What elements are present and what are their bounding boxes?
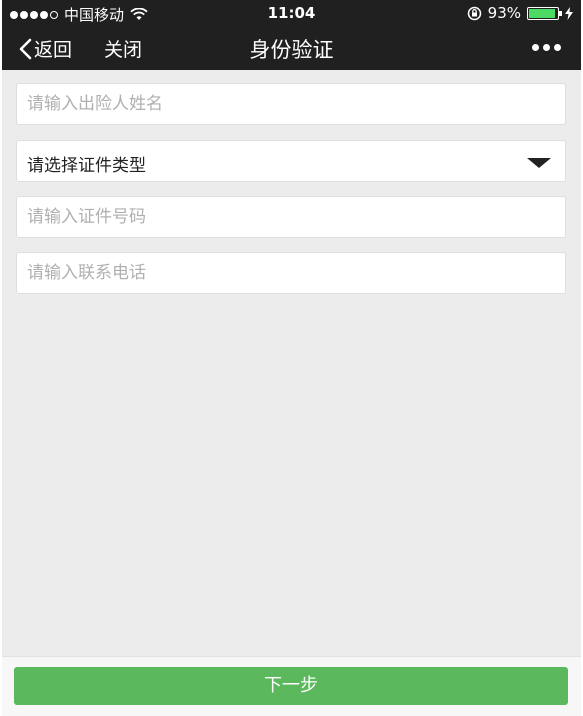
id-number-field[interactable] bbox=[16, 196, 566, 238]
more-dots-icon[interactable] bbox=[532, 44, 561, 51]
app-frame: 中国移动 11:04 93% 返回 关闭 身份验证 请输入出险人姓名 请选择证件… bbox=[2, 0, 581, 716]
battery-percent: 93% bbox=[487, 4, 521, 22]
status-bar: 中国移动 11:04 93% bbox=[2, 0, 581, 26]
page-title: 身份验证 bbox=[249, 38, 334, 62]
phone-input[interactable] bbox=[17, 253, 565, 293]
id-type-select[interactable]: 请选择证件类型 bbox=[16, 140, 566, 182]
lightning-icon bbox=[565, 6, 573, 20]
name-field[interactable] bbox=[16, 83, 566, 125]
bottom-bar: 下一步 bbox=[2, 656, 581, 716]
battery-icon bbox=[527, 6, 562, 20]
chevron-down-icon bbox=[527, 158, 551, 168]
phone-field[interactable] bbox=[16, 252, 566, 294]
battery-fill bbox=[529, 8, 555, 18]
top-bar: 中国移动 11:04 93% 返回 关闭 身份验证 bbox=[2, 0, 581, 70]
name-input[interactable] bbox=[17, 84, 565, 124]
nav-bar: 返回 关闭 身份验证 bbox=[2, 26, 581, 70]
id-number-input[interactable] bbox=[17, 197, 565, 237]
rotation-lock-icon bbox=[467, 6, 481, 20]
status-right: 93% bbox=[467, 4, 573, 22]
id-type-label: 请选择证件类型 bbox=[27, 156, 146, 176]
next-button[interactable]: 下一步 bbox=[14, 667, 568, 705]
